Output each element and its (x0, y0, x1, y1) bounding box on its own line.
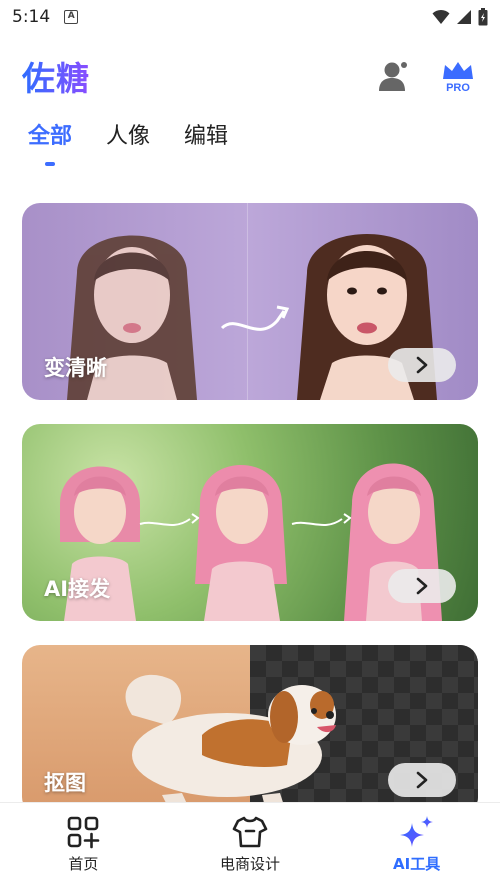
card-enhance[interactable]: 变清晰 (22, 203, 478, 400)
chevron-right-icon (416, 771, 428, 789)
nav-ai-tools[interactable]: AI工具 (357, 815, 477, 874)
grid-plus-icon (68, 816, 100, 849)
open-hair-extension-button[interactable] (388, 569, 456, 603)
pro-button[interactable]: PRO (438, 56, 478, 96)
bottom-nav: 首页 电商设计 AI工具 (0, 802, 500, 888)
nav-ecommerce-design[interactable]: 电商设计 (190, 815, 310, 874)
signal-icon (457, 10, 471, 24)
nav-label: 首页 (68, 855, 99, 873)
category-tabs: 全部 人像 编辑 (28, 118, 228, 150)
crown-icon: PRO (443, 62, 473, 94)
before-after-divider (247, 203, 248, 400)
status-time: 5:14 (12, 7, 51, 27)
chevron-right-icon (416, 577, 428, 595)
card-title: 变清晰 (44, 356, 107, 380)
tab-portrait[interactable]: 人像 (106, 118, 150, 150)
card-cutout[interactable]: 抠图 (22, 645, 478, 815)
sparkle-icon (399, 816, 433, 847)
status-indicators (432, 8, 488, 26)
pro-label: PRO (446, 82, 470, 94)
app-title: 佐糖 (22, 52, 90, 100)
nav-label: AI工具 (393, 855, 441, 873)
tab-all[interactable]: 全部 (28, 118, 72, 150)
card-title: 抠图 (44, 771, 86, 795)
notification-icon: A (64, 10, 79, 24)
open-cutout-button[interactable] (388, 763, 456, 797)
status-bar: 5:14 A (0, 0, 500, 34)
open-enhance-button[interactable] (388, 348, 456, 382)
tab-edit[interactable]: 编辑 (184, 118, 228, 150)
app-header: 佐糖 PRO (22, 52, 478, 100)
card-title: AI接发 (44, 577, 111, 601)
nav-label: 电商设计 (219, 855, 280, 873)
chevron-right-icon (416, 356, 428, 374)
battery-icon (478, 8, 488, 26)
account-button[interactable] (374, 56, 414, 96)
wifi-icon (432, 9, 450, 24)
user-icon (379, 62, 407, 91)
nav-home[interactable]: 首页 (23, 815, 143, 874)
tshirt-icon (232, 816, 268, 848)
card-hair-extension[interactable]: AI接发 (22, 424, 478, 621)
